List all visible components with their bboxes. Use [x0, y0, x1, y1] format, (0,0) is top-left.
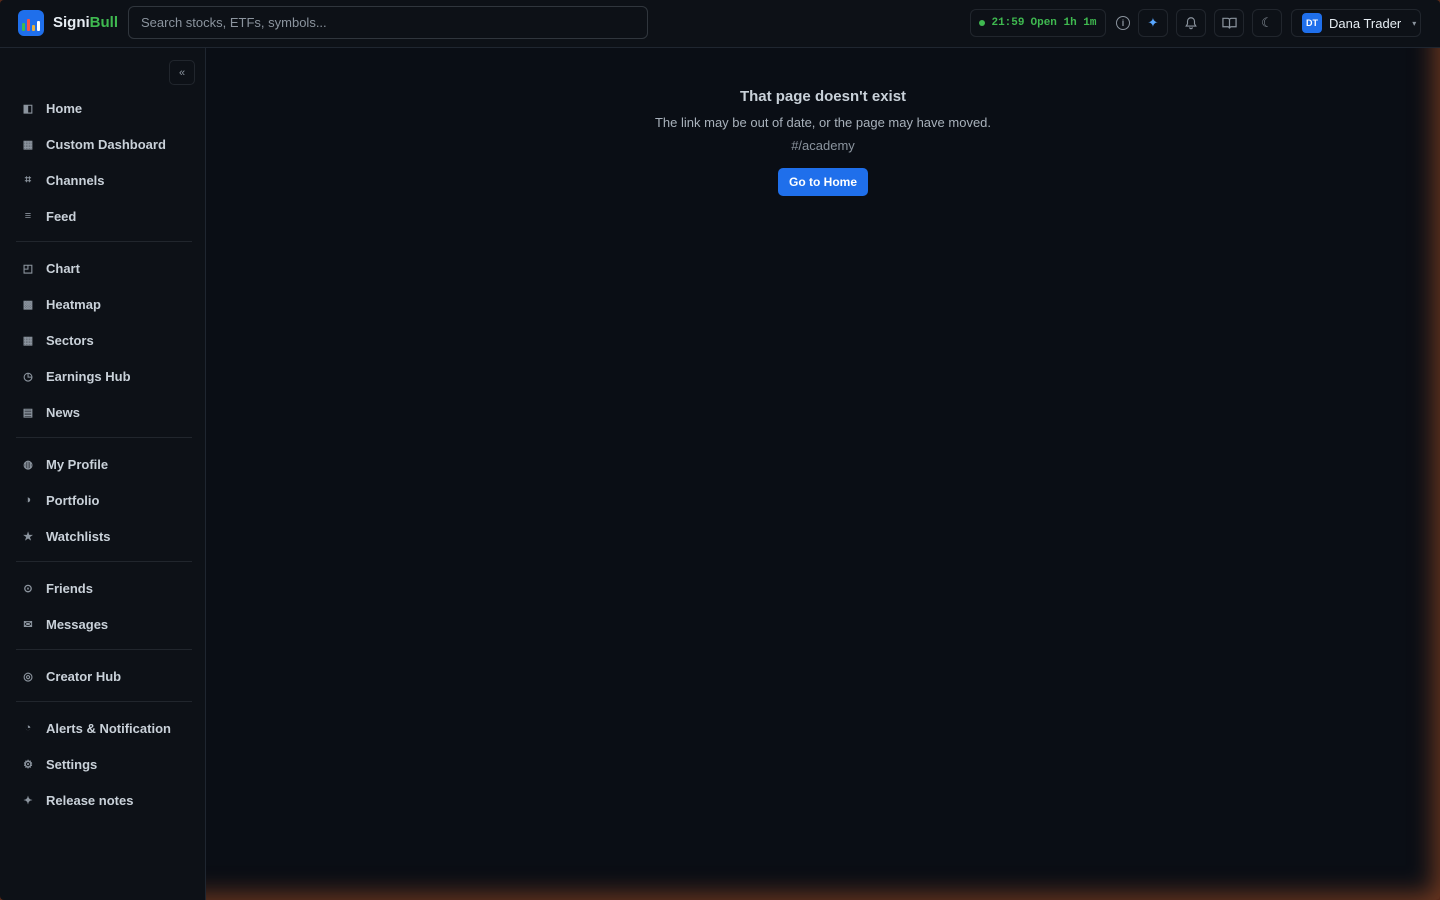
- gear-icon: ⚙: [23, 758, 33, 771]
- market-open-dot: [979, 20, 986, 26]
- sidebar-item-label: Channels: [46, 172, 105, 188]
- pie-icon: ◑: [24, 494, 32, 506]
- notifications-button[interactable]: [1176, 9, 1206, 37]
- sidebar-item-channels[interactable]: ⌗ Channels: [16, 165, 192, 195]
- requested-path: #/academy: [791, 138, 855, 153]
- sidebar-item-label: Home: [46, 100, 83, 116]
- logo-icon[interactable]: [18, 10, 44, 36]
- market-status-text: Open 1h 1m: [1030, 17, 1097, 29]
- sidebar-item-my-profile[interactable]: ◍ My Profile: [16, 449, 192, 479]
- sparkle-icon: ✦: [1147, 15, 1159, 30]
- chart-icon: ◰: [22, 262, 34, 275]
- sidebar-item-chart[interactable]: ◰ Chart: [16, 253, 192, 283]
- sidebar-item-label: Custom Dashboard: [46, 136, 166, 152]
- sidebar-item-label: My Profile: [46, 456, 109, 472]
- bell-icon: [1185, 17, 1197, 30]
- sidebar-item-label: Messages: [46, 616, 109, 632]
- sidebar-divider: [16, 241, 192, 242]
- hash-icon: ⌗: [24, 173, 32, 186]
- sidebar-item-label: Feed: [46, 208, 77, 224]
- sidebar-item-label: Alerts & Notification: [46, 720, 171, 736]
- main-content: That page doesn't exist The link may be …: [206, 48, 1440, 900]
- sidebar-item-label: Watchlists: [46, 528, 111, 544]
- sidebar-divider: [16, 649, 192, 650]
- sidebar-item-label: News: [46, 404, 80, 420]
- grid-icon: ▦: [22, 334, 34, 347]
- sidebar-item-label: Release notes: [46, 792, 134, 808]
- market-time: 21:59: [991, 17, 1025, 29]
- guide-button[interactable]: [1214, 9, 1244, 37]
- sidebar-item-watchlists[interactable]: ★ Watchlists: [16, 521, 192, 551]
- ai-sparkle-button[interactable]: ✦: [1138, 9, 1168, 37]
- home-icon: ◧: [22, 102, 34, 115]
- sidebar-item-friends[interactable]: ⊙ Friends: [16, 573, 192, 603]
- clock-icon: ◷: [23, 370, 33, 383]
- sidebar-item-release-notes[interactable]: ✦ Release notes: [16, 785, 192, 815]
- sidebar-item-messages[interactable]: ✉ Messages: [16, 609, 192, 639]
- sidebar-item-home[interactable]: ◧ Home: [16, 93, 192, 123]
- error-message: The link may be out of date, or the page…: [654, 115, 992, 130]
- sidebar-item-sectors[interactable]: ▦ Sectors: [16, 325, 192, 355]
- sidebar-item-portfolio[interactable]: ◑ Portfolio: [16, 485, 192, 515]
- sidebar-item-custom-dashboard[interactable]: ▦ Custom Dashboard: [16, 129, 192, 159]
- sidebar-item-label: Sectors: [46, 332, 94, 348]
- collapse-sidebar-button[interactable]: «: [169, 60, 195, 85]
- brand-part-1: Signi: [53, 14, 90, 31]
- news-icon: ▤: [22, 406, 34, 419]
- page-title: That page doesn't exist: [739, 88, 907, 105]
- brand-part-2: Bull: [89, 14, 119, 31]
- book-icon: [1221, 17, 1237, 29]
- user-icon: ◍: [23, 458, 33, 471]
- user-menu[interactable]: DT Dana Trader ▾: [1291, 9, 1421, 37]
- app-window: SigniBull 21:59 Open 1h 1m i ✦ ☾ DT Dana…: [0, 0, 1440, 900]
- theme-toggle-button[interactable]: ☾: [1252, 9, 1282, 37]
- mail-icon: ✉: [23, 618, 33, 631]
- search-input[interactable]: [128, 6, 648, 39]
- sidebar-item-label: Earnings Hub: [46, 368, 131, 384]
- grid-icon: ▩: [22, 298, 34, 311]
- sidebar-item-settings[interactable]: ⚙ Settings: [16, 749, 192, 779]
- sidebar-item-label: Portfolio: [46, 492, 100, 508]
- star-icon: ★: [23, 530, 33, 543]
- sidebar-divider: [16, 437, 192, 438]
- sidebar-item-label: Creator Hub: [46, 668, 122, 684]
- sparkle-icon: ✦: [23, 794, 33, 807]
- go-home-button[interactable]: Go to Home: [778, 168, 868, 196]
- sidebar-divider: [16, 701, 192, 702]
- sidebar-item-feed[interactable]: ≡ Feed: [16, 201, 192, 231]
- sidebar-item-earnings-hub[interactable]: ◷ Earnings Hub: [16, 361, 192, 391]
- sidebar-item-creator-hub[interactable]: ◎ Creator Hub: [16, 661, 192, 691]
- sidebar-item-label: Settings: [46, 756, 98, 772]
- sidebar-item-alerts[interactable]: ◔ Alerts & Notification: [16, 713, 192, 743]
- brand-name[interactable]: SigniBull: [53, 14, 118, 31]
- info-icon[interactable]: i: [1116, 16, 1130, 30]
- not-found-panel: That page doesn't exist The link may be …: [206, 88, 1440, 196]
- sidebar-item-label: Friends: [46, 580, 93, 596]
- top-bar: SigniBull 21:59 Open 1h 1m i ✦ ☾ DT Dana…: [0, 0, 1440, 48]
- friends-icon: ⊙: [23, 582, 33, 595]
- moon-icon: ☾: [1261, 15, 1273, 30]
- sidebar-divider: [16, 561, 192, 562]
- list-icon: ≡: [24, 210, 32, 222]
- double-chevron-left-icon: «: [178, 66, 186, 79]
- dashboard-icon: ▦: [22, 138, 34, 151]
- creator-icon: ◎: [23, 670, 33, 683]
- sidebar-item-label: Chart: [46, 260, 80, 276]
- sidebar-item-label: Heatmap: [46, 296, 101, 312]
- sidebar: « ◧ Home ▦ Custom Dashboard ⌗ Channels ≡ Fee…: [0, 48, 206, 900]
- user-name: Dana Trader: [1329, 15, 1402, 31]
- chevron-down-icon: ▾: [1412, 18, 1417, 28]
- sidebar-item-news[interactable]: ▤ News: [16, 397, 192, 427]
- avatar: DT: [1302, 13, 1322, 33]
- sidebar-item-heatmap[interactable]: ▩ Heatmap: [16, 289, 192, 319]
- market-status[interactable]: 21:59 Open 1h 1m: [970, 9, 1106, 37]
- alert-icon: ◔: [24, 722, 32, 734]
